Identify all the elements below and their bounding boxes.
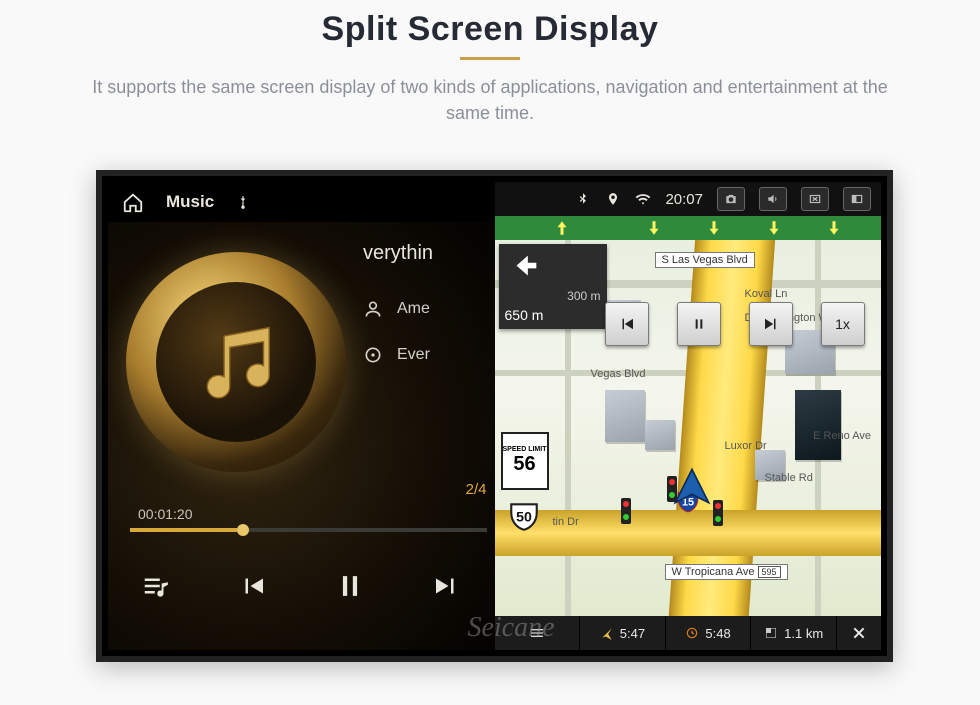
street-text: Stable Rd <box>765 472 813 484</box>
turn-instruction: 300 m 650 m <box>499 244 607 329</box>
artist-icon <box>363 299 383 319</box>
location-icon <box>605 191 621 207</box>
volume-icon[interactable] <box>759 187 787 211</box>
sim-pause-button[interactable] <box>677 302 721 346</box>
wifi-icon <box>635 191 651 207</box>
speed-limit-sign: SPEED LIMIT 56 <box>501 432 549 490</box>
brand-watermark: Seicane <box>467 612 554 644</box>
track-counter: 2/4 <box>466 481 487 498</box>
navigation-pane: 20:07 <box>495 182 882 650</box>
track-title: verythin <box>363 242 491 265</box>
street-text: Koval Ln <box>745 288 788 300</box>
nav-close-button[interactable] <box>837 616 881 650</box>
status-clock: 20:07 <box>665 191 703 208</box>
turn-left-icon <box>505 250 545 284</box>
bluetooth-icon <box>575 191 591 207</box>
next-track-button[interactable] <box>423 563 469 609</box>
sim-next-button[interactable] <box>749 302 793 346</box>
street-text: Luxor Dr <box>725 440 767 452</box>
usb-icon[interactable] <box>236 192 250 212</box>
nav-eta[interactable]: 5:47 <box>580 616 666 650</box>
street-label: S Las Vegas Blvd <box>655 252 755 268</box>
nav-clock[interactable]: 5:48 <box>666 616 752 650</box>
progress-bar[interactable] <box>130 528 487 532</box>
home-icon[interactable] <box>122 192 144 212</box>
split-view-icon[interactable] <box>843 187 871 211</box>
sim-speed-button[interactable]: 1x <box>821 302 865 346</box>
route-shield-icon: 50 <box>507 500 541 536</box>
sim-prev-button[interactable] <box>605 302 649 346</box>
music-top-label: Music <box>166 192 214 212</box>
device-frame: Music verythin <box>96 170 893 662</box>
page-title: Split Screen Display <box>0 10 980 49</box>
street-label: W Tropicana Ave 595 <box>665 564 788 580</box>
album-label: Ever <box>397 346 430 364</box>
title-underline <box>460 57 520 60</box>
turn-primary-distance: 300 m <box>505 289 601 303</box>
screenshot-icon[interactable] <box>717 187 745 211</box>
route-lane-bar <box>495 216 882 240</box>
street-text: E Reno Ave <box>813 430 871 442</box>
turn-secondary-distance: 650 m <box>505 307 601 323</box>
status-bar: 20:07 <box>495 182 882 216</box>
pause-button[interactable] <box>327 563 373 609</box>
album-icon <box>363 345 383 365</box>
playlist-button[interactable] <box>133 563 179 609</box>
nav-distance[interactable]: 1.1 km <box>751 616 837 650</box>
street-text: tin Dr <box>553 516 579 528</box>
prev-track-button[interactable] <box>230 563 276 609</box>
svg-text:50: 50 <box>516 509 532 525</box>
street-text: Vegas Blvd <box>591 368 646 380</box>
music-notes-icon <box>196 322 286 412</box>
close-window-icon[interactable] <box>801 187 829 211</box>
time-elapsed: 00:01:20 <box>138 506 193 522</box>
music-pane: Music verythin <box>108 182 495 650</box>
current-position-icon <box>672 466 712 506</box>
album-art <box>126 252 346 472</box>
artist-label: Ame <box>397 300 430 318</box>
page-subtitle: It supports the same screen display of t… <box>90 74 890 126</box>
